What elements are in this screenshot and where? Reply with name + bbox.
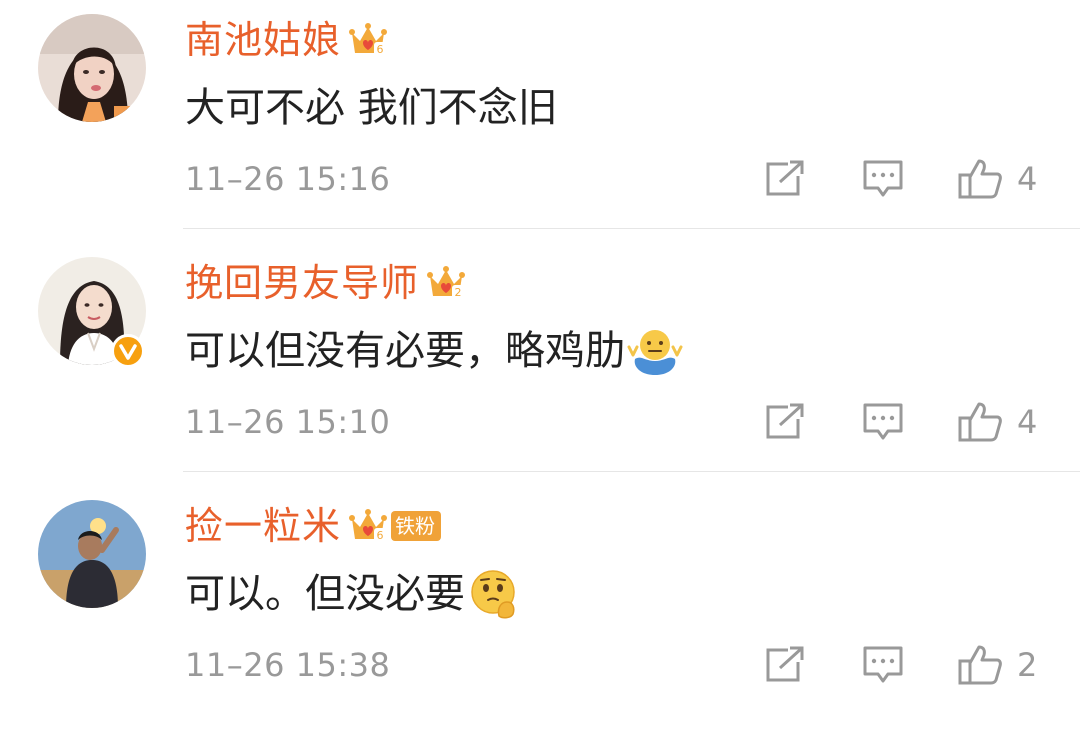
thinking-emoji-icon bbox=[467, 568, 519, 620]
thumbs-up-icon bbox=[958, 645, 1002, 685]
timestamp: 11–26 15:10 bbox=[185, 403, 391, 441]
share-icon bbox=[766, 403, 804, 439]
username-row: 挽回男友导师 2 bbox=[185, 257, 467, 309]
like-button[interactable]: 2 bbox=[957, 644, 1037, 686]
comment-text: 可以。但没必要 bbox=[185, 571, 465, 617]
comment-text-row: 大可不必 我们不念旧 bbox=[185, 78, 558, 138]
reply-button[interactable] bbox=[862, 644, 906, 686]
share-icon bbox=[766, 160, 804, 196]
comment-item: 南池姑娘 6 大可不必 我们不念旧 11–26 15:16 4 bbox=[0, 0, 1080, 243]
share-button[interactable] bbox=[764, 644, 808, 686]
like-count: 2 bbox=[1017, 646, 1038, 684]
timestamp: 11–26 15:16 bbox=[185, 160, 391, 198]
username-row: 南池姑娘 6 bbox=[185, 14, 389, 66]
comment-text: 大可不必 我们不念旧 bbox=[185, 85, 558, 131]
verified-v-icon bbox=[111, 334, 145, 368]
crown-badge-icon[interactable]: 2 bbox=[425, 262, 467, 304]
comment-icon bbox=[863, 646, 903, 683]
divider bbox=[183, 228, 1080, 229]
timestamp: 11–26 15:38 bbox=[185, 646, 391, 684]
comment-text-row: 可以。但没必要 bbox=[185, 564, 519, 624]
comment-item: 捡一粒米 6 铁粉 可以。但没必要 11–26 15:38 2 bbox=[0, 486, 1080, 729]
fan-badge[interactable]: 铁粉 bbox=[391, 511, 442, 541]
thumbs-up-icon bbox=[958, 402, 1002, 442]
comment-text: 可以但没有必要，略鸡肋 bbox=[185, 328, 625, 374]
like-button[interactable]: 4 bbox=[957, 401, 1037, 443]
thumbs-up-icon bbox=[958, 159, 1002, 199]
divider bbox=[183, 471, 1080, 472]
username[interactable]: 挽回男友导师 bbox=[185, 257, 419, 309]
comment-icon bbox=[863, 403, 903, 440]
crown-level: 6 bbox=[377, 529, 384, 542]
comment-icon bbox=[863, 160, 903, 197]
avatar[interactable] bbox=[38, 14, 146, 122]
avatar[interactable] bbox=[38, 500, 146, 608]
username[interactable]: 南池姑娘 bbox=[185, 14, 341, 66]
crown-level: 6 bbox=[377, 43, 384, 56]
shrug-emoji-icon bbox=[627, 325, 683, 377]
like-count: 4 bbox=[1017, 403, 1038, 441]
share-icon bbox=[766, 646, 804, 682]
crown-badge-icon[interactable]: 6 bbox=[347, 505, 389, 547]
like-count: 4 bbox=[1017, 160, 1038, 198]
username-row: 捡一粒米 6 铁粉 bbox=[185, 500, 442, 552]
reply-button[interactable] bbox=[862, 401, 906, 443]
crown-badge-icon[interactable]: 6 bbox=[347, 19, 389, 61]
comment-item: 挽回男友导师 2 可以但没有必要，略鸡肋 11–26 15:10 4 bbox=[0, 243, 1080, 486]
share-button[interactable] bbox=[764, 158, 808, 200]
comment-text-row: 可以但没有必要，略鸡肋 bbox=[185, 321, 683, 381]
share-button[interactable] bbox=[764, 401, 808, 443]
username[interactable]: 捡一粒米 bbox=[185, 500, 341, 552]
crown-level: 2 bbox=[455, 286, 462, 299]
like-button[interactable]: 4 bbox=[957, 158, 1037, 200]
reply-button[interactable] bbox=[862, 158, 906, 200]
